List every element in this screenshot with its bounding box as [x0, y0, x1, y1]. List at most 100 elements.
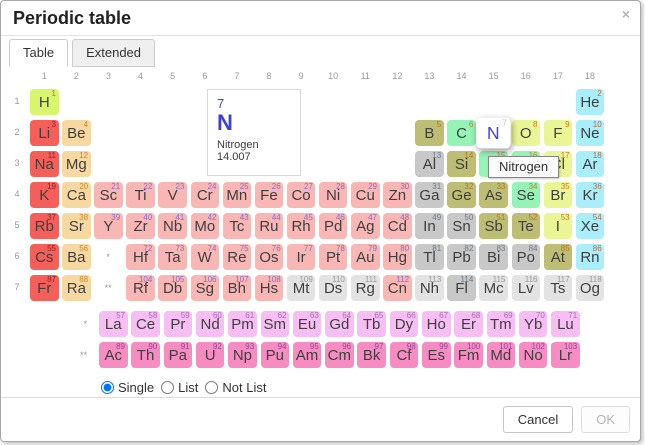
- element-Rb[interactable]: Rb37: [30, 213, 59, 239]
- element-Ho[interactable]: Ho67: [422, 311, 451, 337]
- element-Og[interactable]: Og118: [576, 275, 605, 301]
- element-Li[interactable]: Li3: [30, 120, 59, 146]
- element-In[interactable]: In49: [415, 213, 444, 239]
- element-Ag[interactable]: Ag47: [351, 213, 380, 239]
- element-Fe[interactable]: Fe26: [255, 182, 284, 208]
- element-V[interactable]: V23: [158, 182, 187, 208]
- element-Bi[interactable]: Bi83: [479, 244, 508, 270]
- element-Xe[interactable]: Xe54: [576, 213, 605, 239]
- element-Pb[interactable]: Pb82: [447, 244, 476, 270]
- element-Ta[interactable]: Ta73: [158, 244, 187, 270]
- element-Pa[interactable]: Pa91: [164, 342, 193, 368]
- element-Rf[interactable]: Rf104: [126, 275, 155, 301]
- cancel-button[interactable]: Cancel: [503, 406, 573, 433]
- element-Ca[interactable]: Ca20: [62, 182, 91, 208]
- element-Es[interactable]: Es99: [422, 342, 451, 368]
- element-Sn[interactable]: Sn50: [447, 213, 476, 239]
- element-Hg[interactable]: Hg80: [383, 244, 412, 270]
- element-Bh[interactable]: Bh107: [223, 275, 252, 301]
- element-Cd[interactable]: Cd48: [383, 213, 412, 239]
- element-H[interactable]: H1: [30, 89, 59, 115]
- element-He[interactable]: He2: [576, 89, 605, 115]
- element-Bk[interactable]: Bk97: [357, 342, 386, 368]
- element-Gd[interactable]: Gd64: [325, 311, 354, 337]
- element-F[interactable]: F9: [544, 120, 573, 146]
- element-I[interactable]: I53: [544, 213, 573, 239]
- element-Rg[interactable]: Rg111: [351, 275, 380, 301]
- element-Tl[interactable]: Tl81: [415, 244, 444, 270]
- element-Mc[interactable]: Mc115: [479, 275, 508, 301]
- element-Er[interactable]: Er68: [454, 311, 483, 337]
- element-Am[interactable]: Am95: [293, 342, 322, 368]
- element-Lu[interactable]: Lu71: [551, 311, 580, 337]
- element-N[interactable]: N7: [477, 118, 511, 148]
- element-Hf[interactable]: Hf72: [126, 244, 155, 270]
- element-Pt[interactable]: Pt78: [319, 244, 348, 270]
- element-Co[interactable]: Co27: [287, 182, 316, 208]
- element-La[interactable]: La57: [99, 311, 128, 337]
- element-Sm[interactable]: Sm62: [261, 311, 290, 337]
- close-icon[interactable]: ×: [622, 6, 630, 22]
- element-Au[interactable]: Au79: [351, 244, 380, 270]
- element-Os[interactable]: Os76: [255, 244, 284, 270]
- element-Lv[interactable]: Lv116: [512, 275, 541, 301]
- element-Db[interactable]: Db105: [158, 275, 187, 301]
- element-Md[interactable]: Md101: [487, 342, 516, 368]
- element-Cn[interactable]: Cn112: [383, 275, 412, 301]
- element-Cm[interactable]: Cm96: [325, 342, 354, 368]
- element-Mo[interactable]: Mo42: [191, 213, 220, 239]
- element-Eu[interactable]: Eu63: [293, 311, 322, 337]
- element-Al[interactable]: Al13: [415, 151, 444, 177]
- element-Ru[interactable]: Ru44: [255, 213, 284, 239]
- element-Sc[interactable]: Sc21: [94, 182, 123, 208]
- tab-table[interactable]: Table: [9, 39, 68, 67]
- element-Ti[interactable]: Ti22: [126, 182, 155, 208]
- element-Ga[interactable]: Ga31: [415, 182, 444, 208]
- element-Ra[interactable]: Ra88: [62, 275, 91, 301]
- element-No[interactable]: No102: [519, 342, 548, 368]
- element-Tm[interactable]: Tm69: [487, 311, 516, 337]
- element-Se[interactable]: Se34: [512, 182, 541, 208]
- element-Rn[interactable]: Rn86: [576, 244, 605, 270]
- element-Na[interactable]: Na11: [30, 151, 59, 177]
- element-Np[interactable]: Np93: [228, 342, 257, 368]
- element-Nh[interactable]: Nh113: [415, 275, 444, 301]
- element-As[interactable]: As33: [479, 182, 508, 208]
- radio-input-single[interactable]: [101, 381, 114, 394]
- element-Tc[interactable]: Tc43: [223, 213, 252, 239]
- element-Zn[interactable]: Zn30: [383, 182, 412, 208]
- element-Zr[interactable]: Zr40: [126, 213, 155, 239]
- tab-extended[interactable]: Extended: [72, 39, 155, 67]
- element-Pm[interactable]: Pm61: [228, 311, 257, 337]
- element-Th[interactable]: Th90: [131, 342, 160, 368]
- element-Nd[interactable]: Nd60: [196, 311, 225, 337]
- element-Po[interactable]: Po84: [512, 244, 541, 270]
- radio-not-list[interactable]: Not List: [205, 380, 266, 395]
- element-U[interactable]: U92: [196, 342, 225, 368]
- element-Mt[interactable]: Mt109: [287, 275, 316, 301]
- element-Be[interactable]: Be4: [62, 120, 91, 146]
- element-O[interactable]: O8: [512, 120, 541, 146]
- element-Ba[interactable]: Ba56: [62, 244, 91, 270]
- element-Pd[interactable]: Pd46: [319, 213, 348, 239]
- element-Fl[interactable]: Fl114: [447, 275, 476, 301]
- element-K[interactable]: K19: [30, 182, 59, 208]
- element-Ce[interactable]: Ce58: [131, 311, 160, 337]
- element-Lr[interactable]: Lr103: [551, 342, 580, 368]
- element-Ni[interactable]: Ni28: [319, 182, 348, 208]
- element-W[interactable]: W74: [191, 244, 220, 270]
- element-At[interactable]: At85: [544, 244, 573, 270]
- element-Nb[interactable]: Nb41: [158, 213, 187, 239]
- element-Ir[interactable]: Ir77: [287, 244, 316, 270]
- element-Te[interactable]: Te52: [512, 213, 541, 239]
- element-Pu[interactable]: Pu94: [261, 342, 290, 368]
- element-Yb[interactable]: Yb70: [519, 311, 548, 337]
- radio-input-list[interactable]: [161, 381, 174, 394]
- element-Cr[interactable]: Cr24: [191, 182, 220, 208]
- element-Mn[interactable]: Mn25: [223, 182, 252, 208]
- element-Tb[interactable]: Tb65: [357, 311, 386, 337]
- element-Dy[interactable]: Dy66: [390, 311, 419, 337]
- element-Sr[interactable]: Sr38: [62, 213, 91, 239]
- element-B[interactable]: B5: [415, 120, 444, 146]
- element-Fr[interactable]: Fr87: [30, 275, 59, 301]
